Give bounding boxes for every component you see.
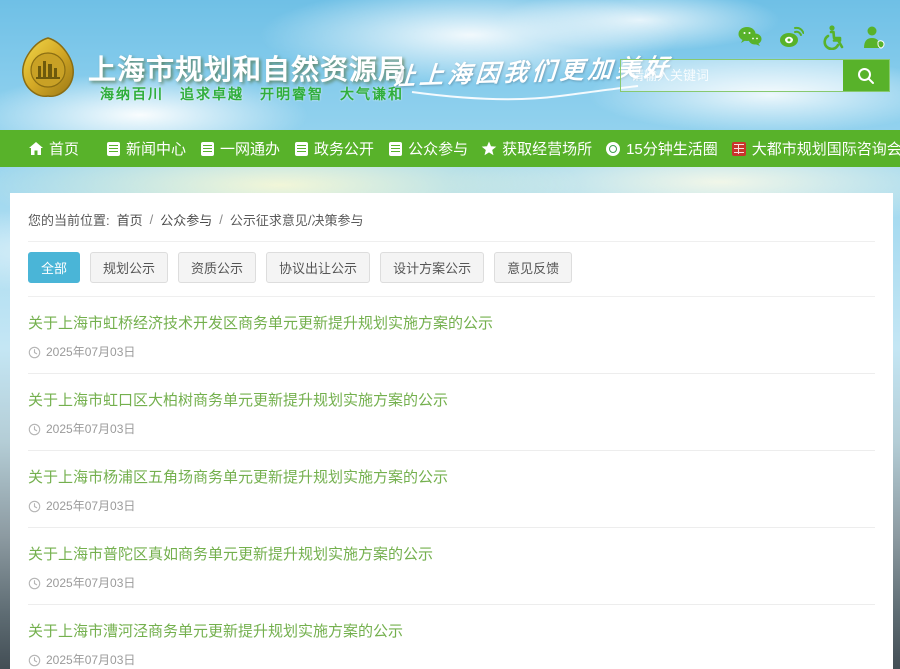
tab-all[interactable]: 全部 — [28, 252, 80, 283]
magnifier-icon — [856, 66, 876, 86]
tab-qualification-notice[interactable]: 资质公示 — [178, 252, 256, 283]
home-icon — [28, 141, 44, 157]
clock-icon — [28, 423, 41, 436]
nav-label: 公众参与 — [408, 138, 468, 159]
nav-label: 大都市规划国际咨询会(MPIC) — [752, 138, 900, 159]
announcement-row: 关于上海市普陀区真如商务单元更新提升规划实施方案的公示 2025年07月03日 — [28, 528, 875, 605]
announcement-date: 2025年07月03日 — [28, 423, 875, 436]
news-icon — [105, 141, 121, 157]
announcement-list: 关于上海市虹桥经济技术开发区商务单元更新提升规划实施方案的公示 2025年07月… — [28, 297, 875, 669]
life-circle-icon — [605, 141, 621, 157]
breadcrumb-label: 您的当前位置: — [28, 210, 110, 229]
date-text: 2025年07月03日 — [46, 346, 135, 359]
breadcrumb-link-participation[interactable]: 公众参与 — [160, 210, 212, 229]
nav-label: 首页 — [49, 138, 79, 159]
main-nav: 首页 新闻中心 一网通办 政务公开 公众参与 获取经营场所 15分钟生活圈 大都… — [0, 130, 900, 167]
date-text: 2025年07月03日 — [46, 654, 135, 667]
user-icon[interactable] — [860, 24, 886, 50]
search-input[interactable] — [621, 60, 843, 91]
announcement-title-link[interactable]: 关于上海市漕河泾商务单元更新提升规划实施方案的公示 — [28, 622, 403, 642]
tab-design-scheme-notice[interactable]: 设计方案公示 — [380, 252, 484, 283]
breadcrumb-current: 公示征求意见/决策参与 — [230, 210, 364, 229]
participation-icon — [387, 141, 403, 157]
breadcrumb-separator: / — [219, 212, 223, 227]
announcement-row: 关于上海市漕河泾商务单元更新提升规划实施方案的公示 2025年07月03日 — [28, 605, 875, 669]
announcement-title-link[interactable]: 关于上海市虹口区大柏树商务单元更新提升规划实施方案的公示 — [28, 391, 448, 411]
topbar-icons — [737, 24, 886, 50]
online-service-icon — [199, 141, 215, 157]
announcement-row: 关于上海市虹口区大柏树商务单元更新提升规划实施方案的公示 2025年07月03日 — [28, 374, 875, 451]
slogan-underline-stroke — [410, 84, 640, 104]
date-text: 2025年07月03日 — [46, 423, 135, 436]
breadcrumb: 您的当前位置: 首页 / 公众参与 / 公示征求意见/决策参与 — [28, 193, 875, 242]
clock-icon — [28, 654, 41, 667]
nav-item-news[interactable]: 新闻中心 — [105, 138, 186, 159]
nav-item-participation[interactable]: 公众参与 — [387, 138, 468, 159]
announcement-date: 2025年07月03日 — [28, 654, 875, 667]
clock-icon — [28, 346, 41, 359]
announcement-date: 2025年07月03日 — [28, 346, 875, 359]
date-text: 2025年07月03日 — [46, 577, 135, 590]
search-box — [620, 59, 890, 92]
nav-item-home[interactable]: 首页 — [28, 138, 79, 159]
nav-label: 新闻中心 — [126, 138, 186, 159]
nav-item-online-service[interactable]: 一网通办 — [199, 138, 280, 159]
announcement-date: 2025年07月03日 — [28, 577, 875, 590]
date-text: 2025年07月03日 — [46, 500, 135, 513]
filter-tabs: 全部 规划公示 资质公示 协议出让公示 设计方案公示 意见反馈 — [28, 252, 875, 297]
nav-item-disclosure[interactable]: 政务公开 — [293, 138, 374, 159]
nav-label: 15分钟生活圈 — [626, 138, 718, 159]
site-title: 上海市规划和自然资源局 — [88, 48, 407, 88]
announcement-row: 关于上海市虹桥经济技术开发区商务单元更新提升规划实施方案的公示 2025年07月… — [28, 297, 875, 374]
announcement-title-link[interactable]: 关于上海市普陀区真如商务单元更新提升规划实施方案的公示 — [28, 545, 433, 565]
nav-item-mpic[interactable]: 大都市规划国际咨询会(MPIC) — [731, 138, 900, 159]
announcement-title-link[interactable]: 关于上海市虹桥经济技术开发区商务单元更新提升规划实施方案的公示 — [28, 314, 493, 334]
search-button[interactable] — [843, 60, 889, 91]
announcement-row: 关于上海市杨浦区五角场商务单元更新提升规划实施方案的公示 2025年07月03日 — [28, 451, 875, 528]
bureau-logo[interactable] — [16, 34, 80, 100]
nav-label: 政务公开 — [314, 138, 374, 159]
tab-agreement-transfer-notice[interactable]: 协议出让公示 — [266, 252, 370, 283]
mpic-seal-icon — [731, 141, 747, 157]
breadcrumb-link-home[interactable]: 首页 — [117, 210, 143, 229]
site-header: 上海市规划和自然资源局 海纳百川 追求卓越 开明睿智 大气谦和 让上海因我们更加… — [0, 0, 900, 130]
nav-item-life-circle[interactable]: 15分钟生活圈 — [605, 138, 718, 159]
content-panel: 您的当前位置: 首页 / 公众参与 / 公示征求意见/决策参与 全部 规划公示 … — [10, 193, 893, 669]
disclosure-icon — [293, 141, 309, 157]
announcement-title-link[interactable]: 关于上海市杨浦区五角场商务单元更新提升规划实施方案的公示 — [28, 468, 448, 488]
nav-item-business-premises[interactable]: 获取经营场所 — [481, 138, 592, 159]
clock-icon — [28, 500, 41, 513]
wechat-icon[interactable] — [737, 24, 763, 50]
tab-planning-notice[interactable]: 规划公示 — [90, 252, 168, 283]
announcement-date: 2025年07月03日 — [28, 500, 875, 513]
accessibility-icon[interactable] — [819, 24, 845, 50]
nav-label: 一网通办 — [220, 138, 280, 159]
tab-feedback[interactable]: 意见反馈 — [494, 252, 572, 283]
nav-label: 获取经营场所 — [502, 138, 592, 159]
breadcrumb-separator: / — [150, 212, 154, 227]
weibo-icon[interactable] — [778, 24, 804, 50]
star-icon — [481, 141, 497, 157]
values-slogan: 海纳百川 追求卓越 开明睿智 大气谦和 — [100, 84, 404, 104]
clock-icon — [28, 577, 41, 590]
